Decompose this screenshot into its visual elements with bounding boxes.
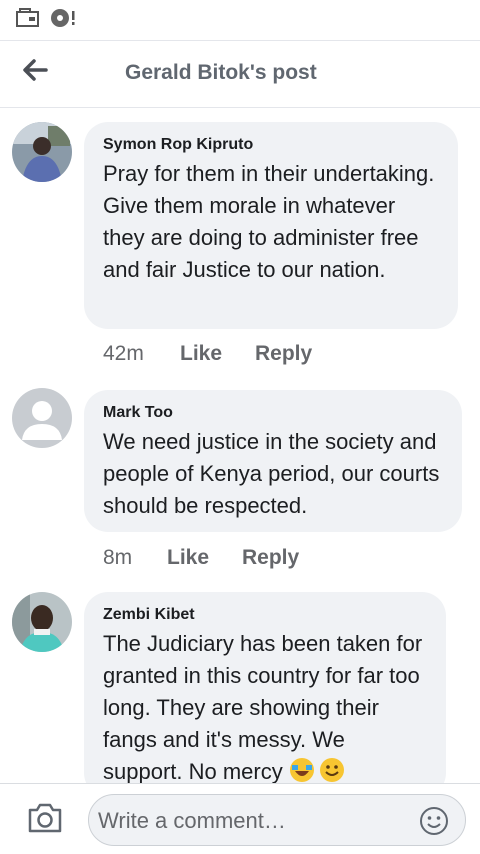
- music-note-icon: [51, 9, 75, 27]
- comment-text: Pray for them in their undertaking. Give…: [103, 161, 435, 282]
- back-button[interactable]: [18, 55, 54, 85]
- comment-composer: Write a comment…: [0, 783, 480, 854]
- wallet-icon: [16, 8, 39, 27]
- avatar[interactable]: [12, 122, 72, 182]
- comment-input-placeholder: Write a comment…: [98, 808, 286, 833]
- profile-photo: [12, 592, 72, 652]
- comment-time: 42m: [103, 342, 144, 365]
- comment-bubble: Zembi Kibet The Judiciary has been taken…: [84, 592, 446, 783]
- status-bar: [0, 0, 480, 40]
- like-button[interactable]: Like: [167, 546, 209, 570]
- post-header: Gerald Bitok's post: [0, 40, 480, 108]
- comment-input[interactable]: Write a comment…: [88, 794, 466, 846]
- avatar[interactable]: [12, 388, 72, 448]
- comment-bubble: Mark Too We need justice in the society …: [84, 390, 462, 532]
- reply-button[interactable]: Reply: [242, 546, 299, 570]
- comment-bubble: Symon Rop Kipruto Pray for them in their…: [84, 122, 458, 329]
- comment-author[interactable]: Symon Rop Kipruto: [103, 136, 440, 154]
- default-avatar-icon: [12, 388, 72, 448]
- emoji-button[interactable]: [419, 806, 449, 836]
- page-title: Gerald Bitok's post: [125, 61, 317, 84]
- arrow-left-icon: [23, 59, 48, 81]
- smiley-icon: [420, 807, 448, 835]
- comments-list[interactable]: Symon Rop Kipruto Pray for them in their…: [0, 108, 480, 783]
- reply-button[interactable]: Reply: [255, 342, 312, 366]
- laughing-emoji-icon: [289, 757, 315, 783]
- avatar[interactable]: [12, 592, 72, 652]
- comment-time: 8m: [103, 546, 133, 569]
- comment-author[interactable]: Zembi Kibet: [103, 606, 428, 624]
- like-button[interactable]: Like: [180, 342, 222, 366]
- camera-icon: [28, 803, 62, 833]
- camera-button[interactable]: [26, 801, 64, 835]
- comment-author[interactable]: Mark Too: [103, 404, 444, 422]
- smiley-emoji-icon: [319, 757, 345, 783]
- profile-photo: [12, 122, 72, 182]
- comment-text: We need justice in the society and peopl…: [103, 429, 440, 518]
- comment-text: The Judiciary has been taken for granted…: [103, 631, 423, 783]
